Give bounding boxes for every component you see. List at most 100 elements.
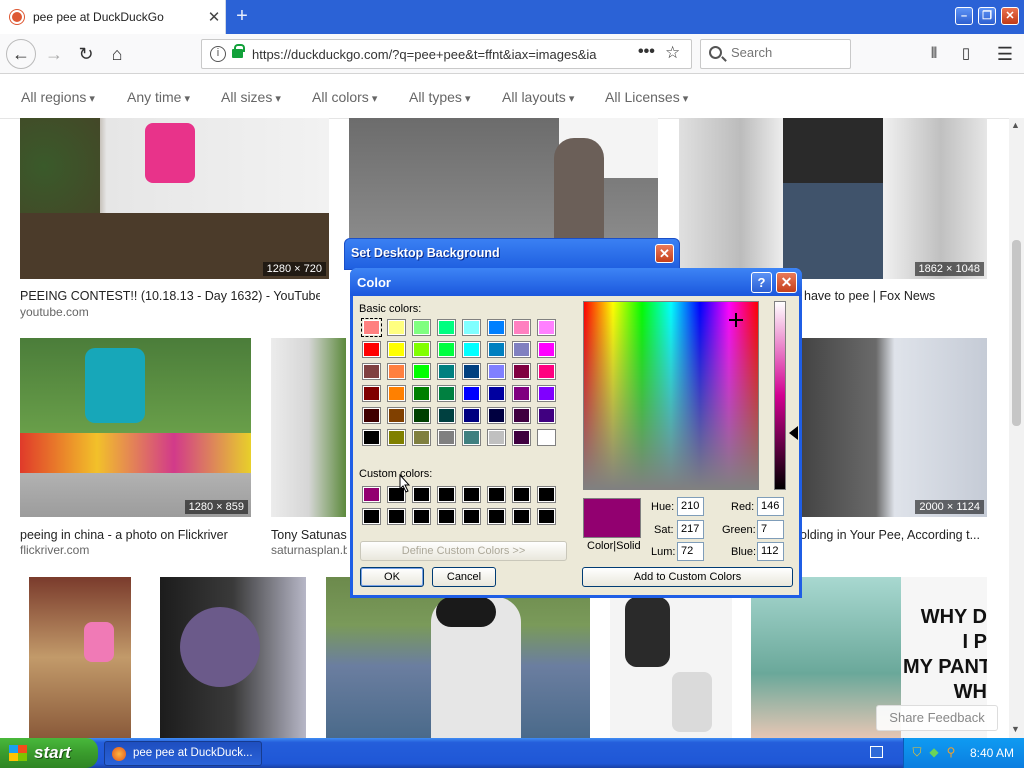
basic-color-swatch[interactable] (512, 407, 531, 424)
menu-icon[interactable]: ☰ (991, 40, 1019, 68)
custom-color-swatch[interactable] (487, 508, 506, 525)
basic-color-swatch[interactable] (512, 363, 531, 380)
basic-color-swatch[interactable] (537, 341, 556, 358)
basic-color-swatch[interactable] (487, 363, 506, 380)
result-title[interactable]: PEEING CONTEST!! (10.18.13 - Day 1632) -… (20, 289, 320, 303)
image-result[interactable] (349, 118, 658, 238)
basic-color-swatch[interactable] (387, 341, 406, 358)
browser-tab[interactable]: pee pee at DuckDuckGo ✕ (0, 0, 226, 34)
custom-color-swatch[interactable] (512, 486, 531, 503)
basic-color-swatch[interactable] (437, 385, 456, 402)
filter-layouts[interactable]: All layouts (502, 89, 574, 105)
window-restore-button[interactable]: ❐ (978, 7, 996, 25)
bookmark-star-icon[interactable]: ☆ (665, 43, 680, 63)
custom-color-swatch[interactable] (362, 508, 381, 525)
basic-color-swatch[interactable] (537, 407, 556, 424)
scrollbar-thumb[interactable] (1012, 240, 1021, 426)
basic-color-swatch[interactable] (537, 319, 556, 336)
custom-color-swatch[interactable] (537, 508, 556, 525)
basic-color-swatch[interactable] (437, 341, 456, 358)
custom-color-swatch[interactable] (462, 508, 481, 525)
custom-color-swatch[interactable] (437, 486, 456, 503)
start-button[interactable]: start (0, 738, 98, 768)
basic-color-swatch[interactable] (361, 318, 382, 337)
filter-time[interactable]: Any time (127, 89, 190, 105)
image-result[interactable] (29, 577, 131, 738)
image-result[interactable]: 1862 × 1048 (679, 118, 987, 279)
basic-color-swatch[interactable] (412, 429, 431, 446)
custom-color-swatch[interactable] (362, 486, 381, 503)
image-result[interactable] (271, 338, 346, 517)
basic-color-swatch[interactable] (437, 407, 456, 424)
result-title[interactable]: peeing in china - a photo on Flickriver (20, 528, 250, 542)
image-result[interactable]: 2000 × 1124 (802, 338, 987, 517)
page-actions-icon[interactable]: ••• (638, 43, 655, 61)
custom-color-swatch[interactable] (412, 486, 431, 503)
basic-color-swatch[interactable] (462, 429, 481, 446)
home-icon[interactable]: ⌂ (103, 40, 131, 68)
basic-color-swatch[interactable] (362, 341, 381, 358)
search-bar[interactable] (700, 39, 851, 69)
search-tray-icon[interactable]: ⚲ (944, 745, 958, 760)
window-close-button[interactable]: ✕ (1001, 7, 1019, 25)
page-scrollbar[interactable]: ▲ ▼ (1009, 118, 1024, 738)
cancel-button[interactable]: Cancel (432, 567, 496, 587)
ok-button[interactable]: OK (360, 567, 424, 587)
basic-color-swatch[interactable] (462, 385, 481, 402)
basic-color-swatch[interactable] (387, 385, 406, 402)
basic-color-swatch[interactable] (462, 319, 481, 336)
red-input[interactable]: 146 (757, 497, 784, 516)
basic-color-swatch[interactable] (487, 429, 506, 446)
search-input[interactable] (731, 45, 841, 60)
add-to-custom-colors-button[interactable]: Add to Custom Colors (582, 567, 793, 587)
help-button[interactable]: ? (751, 272, 772, 293)
basic-color-swatch[interactable] (362, 363, 381, 380)
result-title[interactable]: olding in Your Pee, According t... (800, 528, 990, 542)
url-bar[interactable]: i https://duckduckgo.com/?q=pee+pee&t=ff… (201, 39, 692, 69)
custom-color-swatch[interactable] (512, 508, 531, 525)
info-icon[interactable]: i (210, 46, 226, 62)
color-spectrum[interactable] (583, 301, 759, 490)
filter-sizes[interactable]: All sizes (221, 89, 281, 105)
basic-color-swatch[interactable] (487, 385, 506, 402)
url-text[interactable]: https://duckduckgo.com/?q=pee+pee&t=ffnt… (252, 47, 632, 62)
basic-color-swatch[interactable] (412, 363, 431, 380)
custom-color-swatch[interactable] (537, 486, 556, 503)
security-shield-icon[interactable]: ⛉ (910, 745, 924, 760)
custom-color-swatch[interactable] (387, 508, 406, 525)
sidebar-icon[interactable]: ▯ (952, 40, 980, 68)
basic-color-swatch[interactable] (537, 429, 556, 446)
basic-color-swatch[interactable] (487, 341, 506, 358)
window-minimize-button[interactable]: – (955, 7, 973, 25)
keyboard-icon[interactable] (870, 746, 883, 758)
basic-color-swatch[interactable] (412, 319, 431, 336)
basic-color-swatch[interactable] (412, 385, 431, 402)
basic-color-swatch[interactable] (387, 363, 406, 380)
sat-input[interactable]: 217 (677, 520, 704, 539)
scroll-down-icon[interactable]: ▼ (1011, 724, 1020, 734)
basic-color-swatch[interactable] (437, 429, 456, 446)
result-source[interactable]: saturnasplan.b (271, 543, 347, 557)
basic-color-swatch[interactable] (462, 407, 481, 424)
dialog-close-button[interactable]: ✕ (655, 244, 674, 263)
basic-color-swatch[interactable] (462, 341, 481, 358)
lum-input[interactable]: 72 (677, 542, 704, 561)
basic-color-swatch[interactable] (362, 385, 381, 402)
result-title[interactable]: Tony Satunas (271, 528, 347, 542)
basic-color-swatch[interactable] (437, 319, 456, 336)
filter-licenses[interactable]: All Licenses (605, 89, 688, 105)
basic-color-swatch[interactable] (487, 407, 506, 424)
custom-color-swatch[interactable] (487, 486, 506, 503)
filter-colors[interactable]: All colors (312, 89, 377, 105)
basic-color-swatch[interactable] (387, 407, 406, 424)
filter-types[interactable]: All types (409, 89, 471, 105)
library-icon[interactable]: ⫴ (920, 40, 948, 68)
back-icon[interactable]: ← (6, 39, 36, 69)
reload-icon[interactable]: ↻ (72, 40, 100, 68)
basic-color-swatch[interactable] (512, 429, 531, 446)
scroll-up-icon[interactable]: ▲ (1011, 120, 1020, 130)
basic-color-swatch[interactable] (362, 429, 381, 446)
basic-color-swatch[interactable] (537, 385, 556, 402)
blue-input[interactable]: 112 (757, 542, 784, 561)
image-result[interactable] (610, 577, 732, 738)
